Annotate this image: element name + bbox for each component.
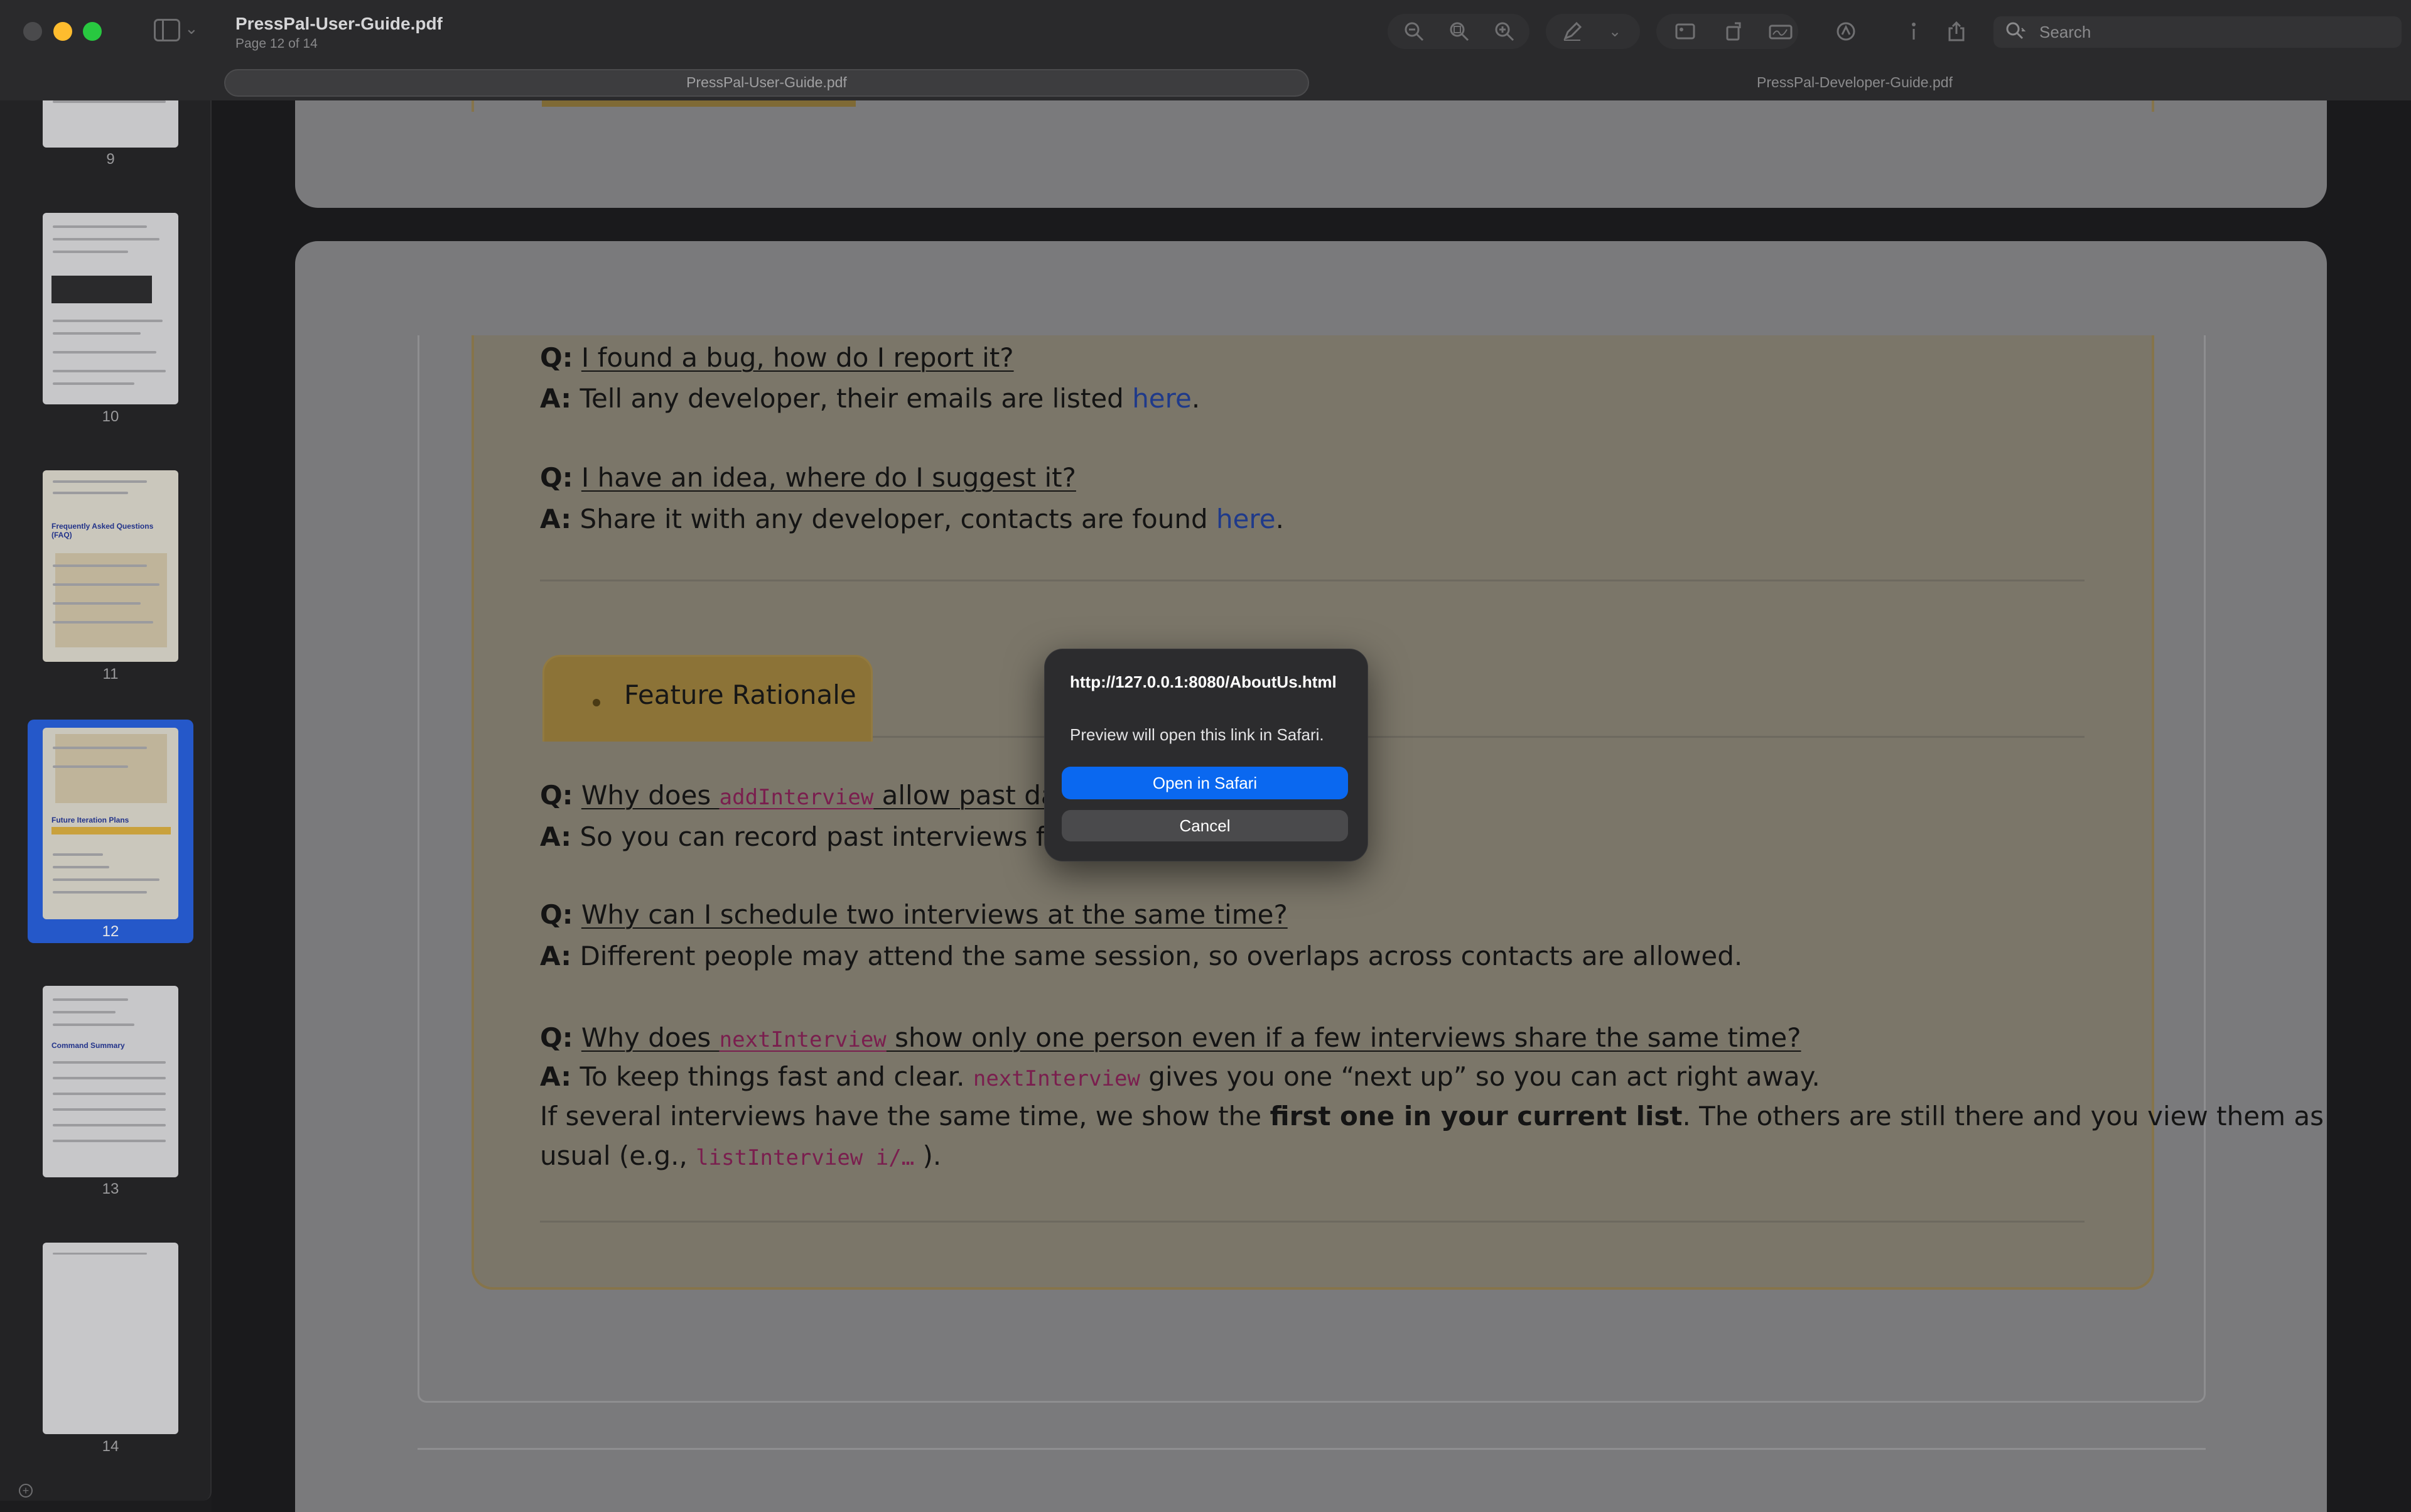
answer-text: So you can record past interviews for re… [580,821,1116,852]
dialog-message: Preview will open this link in Safari. [1070,725,1324,744]
search-icon [2005,21,2026,42]
answer-text: Different people may attend the same ses… [580,941,1743,971]
cancel-button[interactable]: Cancel [1062,810,1348,841]
question-text: Why can I schedule two interviews at the… [581,899,1288,930]
question-prefix: Q: [540,899,573,930]
bullet-dot-icon [593,699,600,706]
code-span: addInterview [719,785,874,810]
faq-question: Q: I found a bug, how do I report it? [540,342,1014,373]
rationale-question: Q: Why does nextInterview show only one … [540,1022,1801,1053]
rationale-answer: A: So you can record past interviews for… [540,821,1116,852]
question-text: I have an idea, where do I suggest it? [581,462,1076,493]
section-divider [540,1221,2085,1223]
question-prefix: Q: [540,1022,573,1053]
thumbnail-heading: Command Summary [51,1041,125,1050]
question-text: show only one person even if a few inter… [886,1022,1801,1053]
open-in-safari-button[interactable]: Open in Safari [1062,767,1348,799]
dialog-url: http://127.0.0.1:8080/AboutUs.html [1070,672,1337,691]
chevron-down-icon[interactable]: ⌄ [185,19,198,38]
answer-bold-text: first one in your current list [1270,1101,1683,1131]
here-link[interactable]: here [1216,504,1276,534]
question-prefix: Q: [540,462,573,493]
rotate-icon[interactable] [1719,16,1749,46]
chevron-down-icon[interactable]: ⌄ [1600,16,1630,46]
annotate-icon[interactable] [1831,16,1861,46]
answer-text: ). [914,1140,942,1171]
question-text: allow past dat [873,780,1068,811]
tab-developer-guide[interactable]: PressPal-Developer-Guide.pdf [1309,74,2400,91]
here-link[interactable]: here [1132,383,1192,414]
rationale-question: Q: Why does addInterview allow past dat [540,780,1067,811]
section-divider [540,580,2085,581]
page-indicator: Page 12 of 14 [235,36,318,51]
faq-answer: A: Share it with any developer, contacts… [540,504,1284,534]
close-window-button[interactable] [23,22,42,41]
answer-end: . [1191,383,1200,414]
question-text: Why does [581,780,720,811]
maximize-window-button[interactable] [83,22,102,41]
answer-prefix: A: [540,821,572,852]
code-span: listInterview i/… [696,1145,915,1170]
answer-text: gives you one “next up” so you can act r… [1140,1061,1820,1092]
add-page-icon[interactable]: + [19,1484,33,1498]
section-title: Feature Rationale [624,679,856,710]
tab-label: PressPal-User-Guide.pdf [686,74,847,90]
crop-icon[interactable] [1670,16,1700,46]
rationale-question: Q: Why can I schedule two interviews at … [540,899,1288,930]
question-text: I found a bug, how do I report it? [581,342,1014,373]
signature-icon[interactable] [1766,16,1796,46]
page-thumbnail-10[interactable] [43,213,178,404]
pdf-page-previous [295,100,2327,208]
rationale-answer: A: To keep things fast and clear. nextIn… [540,1061,1820,1092]
faq-answer: A: Tell any developer, their emails are … [540,383,1200,414]
question-text: Why does [581,1022,720,1053]
zoom-in-icon[interactable] [1489,16,1519,46]
page-number-9: 9 [106,151,115,168]
answer-text: If several interviews have the same time… [540,1101,1270,1131]
answer-text: To keep things fast and clear. [580,1061,973,1092]
zoom-out-icon[interactable] [1399,16,1429,46]
page-number-14: 14 [102,1438,119,1455]
window-title: PressPal-User-Guide.pdf [235,14,443,33]
page-number-13: 13 [102,1180,119,1197]
thumbnail-heading: Future Iteration Plans [51,816,129,824]
answer-text: . The others are still there and you vie… [1682,1101,2324,1131]
answer-end: . [1275,504,1284,534]
answer-text: Share it with any developer, contacts ar… [580,504,1216,534]
info-icon[interactable] [1899,16,1929,46]
page-thumbnail-14[interactable] [43,1243,178,1434]
thumbnail-sidebar[interactable]: 9 10 Frequently Asked Questions (FAQ) 11… [0,0,212,1501]
question-prefix: Q: [540,780,573,811]
search-placeholder: Search [2039,23,2091,41]
page-thumbnail-13[interactable]: Command Summary [43,986,178,1177]
answer-prefix: A: [540,941,572,971]
page-thumbnail-11[interactable]: Frequently Asked Questions (FAQ) [43,470,178,662]
sidebar-toggle-icon[interactable] [154,19,180,41]
faq-question: Q: I have an idea, where do I suggest it… [540,462,1076,493]
rationale-answer-line: usual (e.g., listInterview i/… ). [540,1140,941,1171]
page-number-12: 12 [102,923,119,940]
thumbnail-heading: Frequently Asked Questions (FAQ) [51,522,154,539]
answer-text: usual (e.g., [540,1140,696,1171]
answer-prefix: A: [540,504,572,534]
answer-text: Tell any developer, their emails are lis… [580,383,1133,414]
question-prefix: Q: [540,342,573,373]
share-icon[interactable] [1941,16,1971,46]
page-number-11: 11 [102,666,119,683]
markup-pen-icon[interactable] [1557,16,1587,46]
minimize-window-button[interactable] [53,22,72,41]
answer-prefix: A: [540,1061,572,1092]
answer-prefix: A: [540,383,572,414]
code-span: nextInterview [719,1027,887,1052]
page-thumbnail-12[interactable]: Future Iteration Plans [43,728,178,919]
zoom-fit-icon[interactable] [1444,16,1474,46]
code-span: nextInterview [973,1066,1140,1091]
rationale-answer-line: If several interviews have the same time… [540,1101,2324,1131]
page-divider [418,1448,2206,1450]
page-number-10: 10 [102,408,119,425]
rationale-answer: A: Different people may attend the same … [540,941,1742,971]
